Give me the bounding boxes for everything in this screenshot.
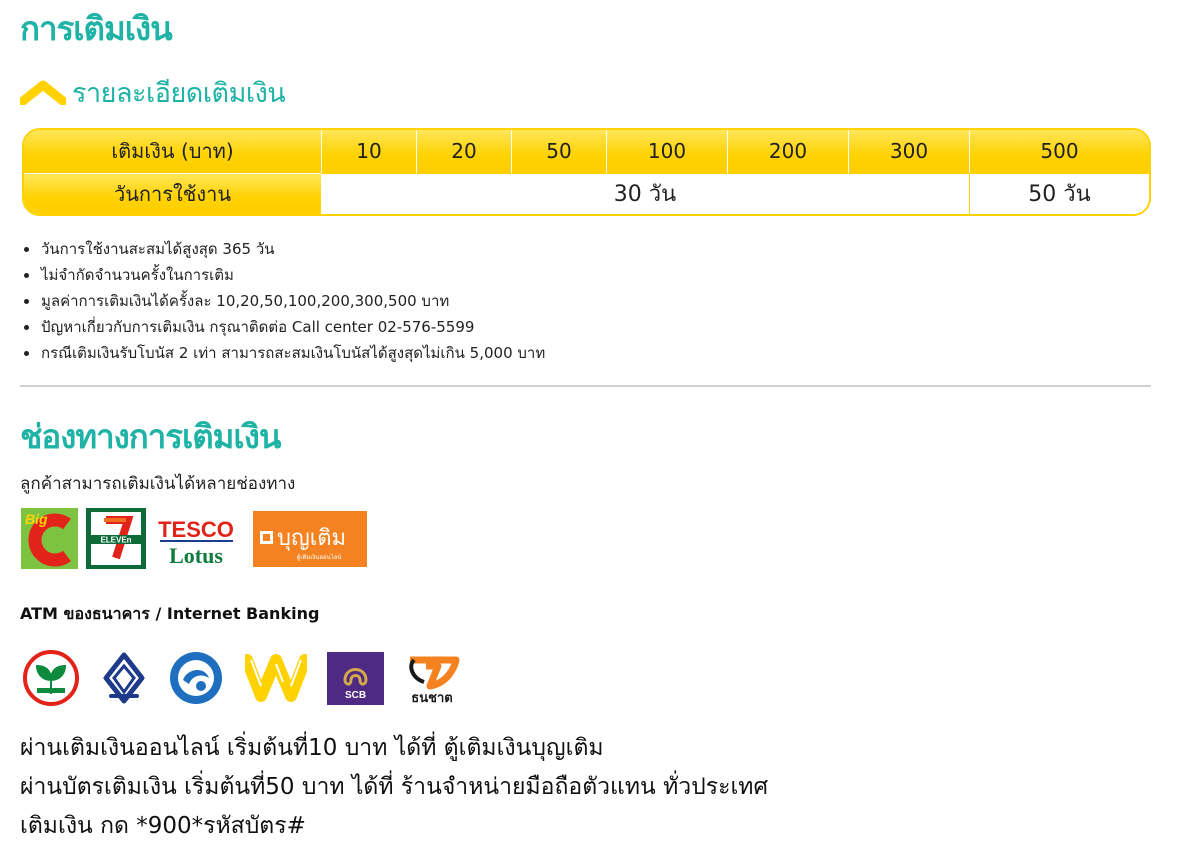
bullet-icon [24, 246, 29, 252]
method-line: เติมเงิน กด *900*รหัสบัตร# [20, 812, 306, 839]
topup-rate-table: เติมเงิน (บาท) 10 20 50 100 200 300 500 … [22, 128, 1151, 216]
tesco-lotus-logo[interactable]: TESCO Lotus [154, 508, 239, 569]
amount-row: เติมเงิน (บาท) 10 20 50 100 200 300 500 [24, 130, 1149, 173]
days-label: วันการใช้งาน [24, 172, 321, 214]
channels-intro: ลูกค้าสามารถเติมเงินได้หลายช่องทาง [20, 474, 296, 494]
krungsri-bank-logo[interactable] [245, 650, 307, 706]
method-line: ผ่านเติมเงินออนไลน์ เริ่มต้นที่10 บาท ได… [20, 734, 604, 761]
bullet-icon [24, 272, 29, 278]
note-text: กรณีเติมเงินรับโบนัส 2 เท่า สามารถสะสมเง… [41, 344, 546, 362]
boonterm-logo[interactable]: บุญเติม ตู้เติมเงินออนไลน์ [253, 510, 367, 567]
note-text: ไม่จำกัดจำนวนครั้งในการเติม [41, 266, 234, 284]
boonterm-text: บุญเติม [277, 526, 346, 551]
store-logos: Big ELEVEn TESCO Lotus บุญเติม ตู้เติมเง… [21, 508, 375, 569]
amount-cell: 20 [416, 130, 511, 173]
amount-header-label: เติมเงิน (บาท) [111, 139, 234, 164]
bangkok-bank-logo[interactable] [101, 652, 147, 704]
tesco-text: TESCO [158, 517, 234, 542]
bigc-logo[interactable]: Big [21, 508, 78, 569]
amount-cell: 500 [969, 130, 1149, 173]
list-item: วันการใช้งานสะสมได้สูงสุด 365 วัน [22, 236, 545, 262]
seven-eleven-logo[interactable]: ELEVEn [86, 508, 146, 569]
note-text: วันการใช้งานสะสมได้สูงสุด 365 วัน [41, 240, 275, 258]
krungthai-bank-logo[interactable] [167, 650, 225, 706]
amount-cell: 50 [511, 130, 606, 173]
topup-details-heading[interactable]: รายละเอียดเติมเงิน [20, 72, 286, 112]
amount-cell: 100 [606, 130, 727, 173]
list-item: ไม่จำกัดจำนวนครั้งในการเติม [22, 262, 545, 288]
channels-title: ช่องทางการเติมเงิน [20, 417, 281, 456]
page-title: การเติมเงิน [20, 9, 173, 48]
thanachart-bank-logo[interactable]: ธนชาต [404, 652, 460, 704]
lotus-text: Lotus [169, 543, 223, 568]
note-text: ปัญหาเกี่ยวกับการเติมเงิน กรุณาติดต่อ Ca… [41, 318, 475, 336]
amount-cell: 200 [727, 130, 848, 173]
list-item: กรณีเติมเงินรับโบนัส 2 เท่า สามารถสะสมเง… [22, 340, 545, 366]
bullet-icon [24, 298, 29, 304]
notes-list: วันการใช้งานสะสมได้สูงสุด 365 วัน ไม่จำก… [22, 236, 545, 366]
list-item: มูลค่าการเติมเงินได้ครั้งละ 10,20,50,100… [22, 288, 545, 314]
chevron-up-icon [20, 80, 66, 105]
amount-cell: 300 [848, 130, 969, 173]
boonterm-subtext: ตู้เติมเงินออนไลน์ [297, 553, 342, 561]
seven-eleven-text: ELEVEn [100, 536, 131, 545]
days-50-cell: 50 วัน [969, 172, 1149, 214]
bullet-icon [24, 324, 29, 330]
days-row: วันการใช้งาน 30 วัน 50 วัน [24, 172, 1149, 214]
section-divider [20, 385, 1151, 387]
kasikorn-bank-logo[interactable] [21, 650, 81, 706]
thanachart-text: ธนชาต [411, 691, 452, 704]
amount-cell: 10 [321, 130, 416, 173]
method-line: ผ่านบัตรเติมเงิน เริ่มต้นที่50 บาท ได้ที… [20, 773, 769, 800]
atm-label: ATM ของธนาคาร / Internet Banking [20, 604, 320, 623]
topup-methods: ผ่านเติมเงินออนไลน์ เริ่มต้นที่10 บาท ได… [20, 728, 768, 845]
bigc-text: Big [25, 511, 48, 527]
note-text: มูลค่าการเติมเงินได้ครั้งละ 10,20,50,100… [41, 292, 450, 310]
days-30-cell: 30 วัน [321, 172, 969, 214]
scb-bank-logo[interactable]: SCB [327, 651, 384, 705]
bank-logos: SCB ธนชาต [21, 650, 480, 706]
bullet-icon [24, 350, 29, 356]
scb-text: SCB [345, 690, 366, 701]
list-item: ปัญหาเกี่ยวกับการเติมเงิน กรุณาติดต่อ Ca… [22, 314, 545, 340]
subheading: รายละเอียดเติมเงิน [72, 77, 286, 109]
